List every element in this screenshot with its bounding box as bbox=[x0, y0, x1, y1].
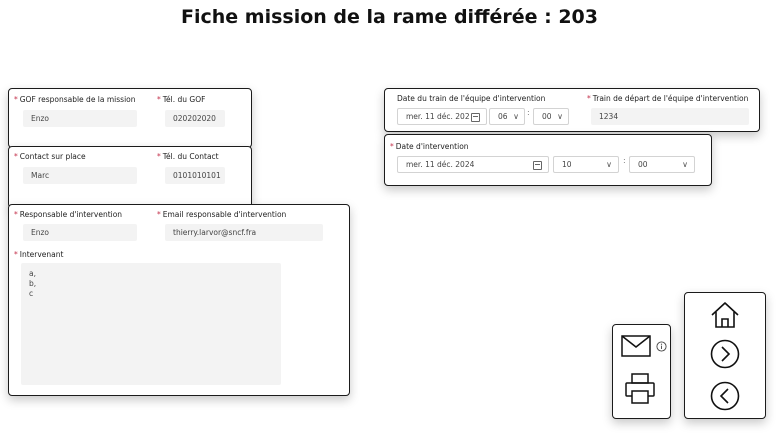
prev-button[interactable] bbox=[710, 381, 740, 411]
train-depart-label: * Train de départ de l'équipe d'intervent… bbox=[587, 94, 749, 103]
chevron-down-icon: ∨ bbox=[513, 112, 519, 121]
home-button[interactable] bbox=[710, 301, 740, 329]
train-card: Date du train de l'équipe d'intervention… bbox=[384, 88, 760, 132]
info-icon[interactable] bbox=[656, 341, 667, 352]
calendar-icon bbox=[471, 113, 480, 122]
chevron-down-icon: ∨ bbox=[557, 112, 563, 121]
train-hour-select[interactable]: 06 ∨ bbox=[489, 108, 525, 125]
train-date-label: Date du train de l'équipe d'intervention bbox=[397, 94, 546, 103]
contact-input[interactable]: Marc bbox=[23, 167, 137, 184]
mail-button[interactable] bbox=[621, 335, 651, 357]
actions-card bbox=[612, 324, 671, 419]
next-button[interactable] bbox=[710, 339, 740, 369]
gof-label: * GOF responsable de la mission bbox=[14, 95, 136, 104]
contact-card: * Contact sur place Marc * Tél. du Contact… bbox=[8, 146, 252, 208]
time-separator: : bbox=[623, 156, 626, 165]
tel-contact-label: * Tél. du Contact bbox=[157, 152, 219, 161]
email-label: * Email responsable d'intervention bbox=[157, 210, 287, 219]
date-intervention-label: * Date d'intervention bbox=[390, 142, 469, 151]
home-icon bbox=[711, 302, 739, 328]
navigation-card bbox=[684, 292, 766, 419]
printer-icon bbox=[625, 373, 655, 404]
mail-icon bbox=[621, 335, 651, 357]
page-title: Fiche mission de la rame différée : 203 bbox=[181, 6, 598, 28]
chevron-down-icon: ∨ bbox=[682, 160, 688, 169]
tel-gof-label: * Tél. du GOF bbox=[157, 95, 206, 104]
contact-label: * Contact sur place bbox=[14, 152, 86, 161]
train-depart-input[interactable]: 1234 bbox=[591, 108, 749, 125]
chevron-right-circle-icon bbox=[710, 339, 740, 369]
date-intervention-card: * Date d'intervention mer. 11 déc. 2024 1… bbox=[384, 134, 712, 186]
chevron-left-circle-icon bbox=[710, 381, 740, 411]
tel-gof-input[interactable]: 020202020 bbox=[165, 110, 225, 127]
calendar-icon bbox=[533, 161, 542, 170]
train-date-picker[interactable]: mer. 11 déc. 202 bbox=[397, 108, 487, 125]
date-intervention-hour-select[interactable]: 10 ∨ bbox=[553, 156, 619, 173]
date-intervention-minute-select[interactable]: 00 ∨ bbox=[629, 156, 695, 173]
resp-label: * Responsable d'intervention bbox=[14, 210, 123, 219]
intervention-card: * Responsable d'intervention Enzo * Email … bbox=[8, 204, 350, 396]
gof-input[interactable]: Enzo bbox=[23, 110, 137, 127]
train-minute-select[interactable]: 00 ∨ bbox=[533, 108, 569, 125]
email-input[interactable]: thierry.larvor@sncf.fra bbox=[165, 224, 323, 241]
date-intervention-picker[interactable]: mer. 11 déc. 2024 bbox=[397, 156, 549, 173]
time-separator: : bbox=[527, 108, 530, 117]
chevron-down-icon: ∨ bbox=[606, 160, 612, 169]
tel-contact-input[interactable]: 0101010101 bbox=[165, 167, 225, 184]
resp-input[interactable]: Enzo bbox=[23, 224, 137, 241]
print-button[interactable] bbox=[625, 373, 655, 405]
intervenant-textarea[interactable]: a, b, c bbox=[21, 263, 281, 385]
gof-card: * GOF responsable de la mission Enzo * Tél… bbox=[8, 88, 252, 148]
intervenant-label: * Intervenant bbox=[14, 250, 64, 259]
